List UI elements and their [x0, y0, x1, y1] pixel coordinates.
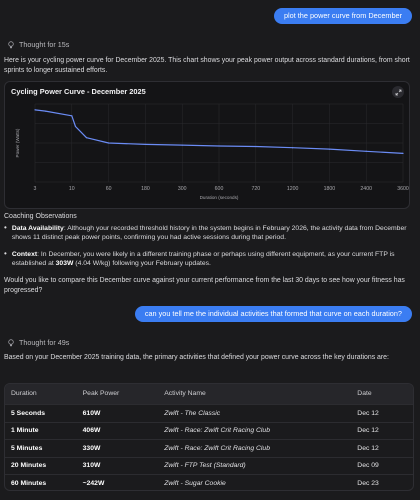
table-header: Duration Peak Power Activity Name Date	[5, 384, 413, 404]
chart-card: Cycling Power Curve - December 2025 3 10 6…	[4, 81, 410, 209]
table-row: 60 Minutes ~242W Zwift - Sugar Cookie De…	[5, 474, 413, 490]
cell-peak-power: 406W	[82, 427, 101, 435]
user-message-bubble: can you tell me the individual activitie…	[134, 306, 412, 323]
cell-date: Dec 12	[357, 409, 379, 417]
x-tick-label: 2400	[360, 186, 372, 192]
header-peak-power: Peak Power	[82, 390, 120, 398]
table-row: 20 Minutes 310W Zwift - FTP Test (Standa…	[5, 456, 413, 475]
cell-duration: 60 Minutes	[11, 479, 47, 487]
thought-label: Thought for 49s	[19, 338, 70, 347]
cell-peak-power: 310W	[82, 462, 101, 470]
table-row: 5 Minutes 330W Zwift - Race: Zwift Crit …	[5, 439, 413, 457]
bullet-text: : Although your recorded threshold histo…	[11, 225, 407, 242]
cell-activity: Zwift - FTP Test (Standard)	[164, 462, 246, 470]
thought-label: Thought for 15s	[19, 40, 70, 49]
data-point	[365, 150, 367, 152]
thought-toggle[interactable]: Thought for 49s	[8, 338, 69, 348]
cell-peak-power: ~242W	[82, 479, 105, 487]
cell-activity: Zwift - Race: Zwift Crit Racing Club	[164, 444, 270, 452]
x-tick-label: 10	[69, 186, 75, 192]
x-tick-label: 300	[178, 186, 187, 192]
x-tick-label: 180	[141, 186, 150, 192]
data-point	[74, 125, 77, 128]
data-point	[181, 144, 183, 146]
data-point	[144, 143, 146, 146]
cell-date: Dec 09	[357, 462, 379, 470]
cell-duration: 20 Minutes	[11, 462, 47, 470]
bullet-label: Context	[11, 251, 38, 258]
x-tick-label: 60	[106, 186, 112, 192]
x-tick-label: 720	[251, 186, 260, 192]
power-curve-chart: 3 10 60 180 300 600 720 1200 1800 2400 3600 Duratio…	[15, 103, 409, 200]
data-point	[34, 109, 36, 111]
data-point	[255, 145, 257, 148]
x-tick-label: 1800	[324, 186, 336, 192]
cell-date: Dec 23	[357, 479, 379, 487]
data-point	[85, 137, 88, 139]
cell-duration: 1 Minute	[11, 427, 39, 435]
cell-duration: 5 Seconds	[11, 409, 45, 417]
cell-date: Dec 12	[357, 427, 379, 435]
header-activity-name: Activity Name	[164, 390, 206, 398]
x-tick-label: 3600	[397, 186, 409, 192]
data-point	[402, 152, 404, 154]
followup-question: Would you like to compare this December …	[4, 277, 405, 294]
cell-activity: Zwift - Sugar Cookie	[164, 479, 226, 487]
data-point	[108, 142, 110, 144]
lightbulb-icon	[8, 41, 14, 49]
bullet-label: Data Availability	[11, 225, 64, 232]
table-row: 5 Seconds 610W Zwift - The Classic Dec 1…	[5, 404, 413, 422]
cell-duration: 5 Minutes	[11, 444, 43, 452]
cell-activity: Zwift - Race: Zwift Crit Racing Club	[164, 427, 270, 435]
x-tick-label: 3	[34, 186, 37, 192]
intro-text: Here is your cycling power curve for Dec…	[4, 57, 410, 74]
cell-date: Dec 12	[357, 444, 379, 452]
thought-toggle[interactable]: Thought for 15s	[8, 40, 69, 50]
observations-heading: Coaching Observations	[4, 213, 77, 220]
data-point	[292, 147, 294, 149]
x-axis-label: Duration (seconds)	[200, 195, 239, 200]
x-tick-label: 600	[215, 186, 224, 192]
y-axis-label: Power (Watts)	[15, 128, 20, 157]
data-point	[44, 110, 47, 112]
data-point	[218, 145, 220, 147]
cell-peak-power: 330W	[82, 444, 101, 452]
data-point	[328, 148, 330, 150]
answer-intro: Based on your December 2025 training dat…	[4, 354, 389, 361]
table-row: 1 Minute 406W Zwift - Race: Zwift Crit R…	[5, 421, 413, 440]
cell-peak-power: 610W	[82, 409, 101, 417]
header-duration: Duration	[11, 390, 37, 398]
header-date: Date	[357, 390, 372, 398]
lightbulb-icon	[8, 339, 14, 347]
user-message-bubble: plot the power curve from December	[273, 8, 412, 25]
activities-table: Duration Peak Power Activity Name Date 5…	[4, 383, 414, 491]
bullet-tail: (4.04 W/kg) following your February upda…	[73, 260, 211, 268]
data-point	[71, 115, 73, 117]
ftp-value: 303W	[55, 260, 74, 268]
x-tick-label: 1200	[287, 186, 299, 192]
bullet-context: • Context: In December, you were likely …	[4, 249, 395, 268]
cell-activity: Zwift - The Classic	[164, 409, 221, 417]
bullet-data-availability: • Data Availability: Although your recor…	[4, 223, 407, 242]
